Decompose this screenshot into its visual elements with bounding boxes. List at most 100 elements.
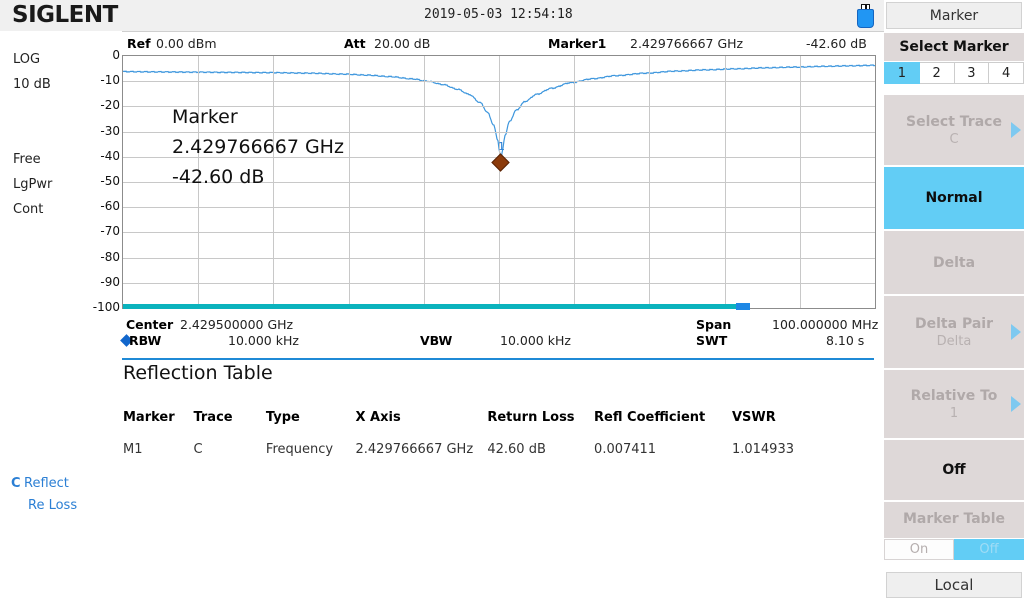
marker-table-toggle[interactable]: On Off: [884, 539, 1024, 560]
brand-logo: SIGLENT: [12, 2, 118, 28]
y-axis-tick-label: -60: [86, 199, 120, 213]
ref-label: Ref: [127, 36, 151, 51]
relative-to-label: Relative To: [911, 387, 998, 405]
table-header-row: MarkerTraceTypeX AxisReturn LossRefl Coe…: [123, 410, 883, 442]
rbw-label: RBW: [129, 333, 161, 348]
grid-line-horizontal: [123, 232, 875, 233]
marker-table-on-option[interactable]: On: [884, 539, 954, 560]
menu-title: Marker: [886, 2, 1022, 29]
select-trace-value: C: [949, 131, 958, 148]
marker-table-label: Marker Table: [903, 510, 1005, 528]
y-axis-tick-label: -10: [86, 73, 120, 87]
y-axis-tick-label: -30: [86, 124, 120, 138]
table-column-header: Marker: [123, 410, 193, 442]
y-axis-tick-label: -90: [86, 275, 120, 289]
marker-readout-title: Marker: [172, 106, 238, 128]
center-value: 2.429500000 GHz: [180, 317, 293, 332]
detector-label: LgPwr: [13, 177, 52, 192]
marker-option-2[interactable]: 2: [920, 62, 955, 84]
ref-value: 0.00 dBm: [156, 36, 217, 51]
marker-readout-freq: 2.429766667 GHz: [172, 136, 344, 158]
grid-line-horizontal: [123, 132, 875, 133]
reflection-table-title: Reflection Table: [123, 362, 273, 384]
softkey-select-trace[interactable]: Select Trace C: [884, 95, 1024, 165]
vbw-value: 10.000 kHz: [500, 333, 571, 348]
y-axis-tick-label: -100: [86, 300, 120, 314]
table-column-header: X Axis: [356, 410, 488, 442]
y-axis-tick-label: 0: [86, 48, 120, 62]
softkey-normal[interactable]: Normal: [884, 167, 1024, 229]
marker-option-4[interactable]: 4: [989, 62, 1024, 84]
softkey-marker-table[interactable]: Marker Table: [884, 502, 1024, 538]
marker-label: Marker1: [548, 36, 606, 51]
softkey-off[interactable]: Off: [884, 440, 1024, 500]
table-column-header: VSWR: [732, 410, 883, 442]
marker-freq-value: 2.429766667 GHz: [630, 36, 743, 51]
marker-number-selector[interactable]: 1234: [884, 62, 1024, 84]
marker-option-3[interactable]: 3: [955, 62, 990, 84]
y-axis-tick-label: -70: [86, 224, 120, 238]
delta-label: Delta: [933, 254, 975, 272]
table-cell: 42.60 dB: [487, 442, 594, 457]
chevron-right-icon: [1011, 396, 1021, 412]
sweep-progress-bar: [123, 304, 740, 309]
table-cell: C: [193, 442, 265, 457]
table-column-header: Trace: [193, 410, 265, 442]
marker-number-label: 1: [498, 140, 505, 153]
sweep-mode-label: Cont: [13, 202, 43, 217]
grid-line-horizontal: [123, 207, 875, 208]
chevron-right-icon: [1011, 122, 1021, 138]
y-axis: 0-10-20-30-40-50-60-70-80-90-100: [80, 55, 120, 315]
y-axis-tick-label: -80: [86, 250, 120, 264]
softkey-menu: Marker Select Marker 1234 Select Trace C…: [884, 0, 1024, 600]
swt-label: SWT: [696, 333, 727, 348]
delta-pair-label: Delta Pair: [915, 315, 993, 333]
select-marker-label: Select Marker: [899, 38, 1008, 56]
trace-legend-name: Reflect: [24, 476, 69, 491]
table-cell: 0.007411: [594, 442, 732, 457]
center-label: Center: [126, 317, 173, 332]
span-value: 100.000000 MHz: [772, 317, 878, 332]
grid-line-horizontal: [123, 81, 875, 82]
softkey-delta[interactable]: Delta: [884, 231, 1024, 294]
grid-line-horizontal: [123, 283, 875, 284]
trace-legend-letter: C: [11, 476, 21, 491]
scale-type-label: LOG: [13, 52, 40, 67]
select-trace-label: Select Trace: [906, 113, 1002, 131]
table-row: M1CFrequency2.429766667 GHz42.60 dB0.007…: [123, 442, 883, 457]
grid-line-horizontal: [123, 258, 875, 259]
softkey-relative-to[interactable]: Relative To 1: [884, 370, 1024, 438]
table-cell: M1: [123, 442, 193, 457]
usb-drive-icon: [857, 4, 874, 28]
section-divider: [122, 358, 874, 360]
att-label: Att: [344, 36, 366, 51]
table-cell: 2.429766667 GHz: [356, 442, 488, 457]
chevron-right-icon: [1011, 324, 1021, 340]
trigger-label: Free: [13, 152, 41, 167]
table-cell: Frequency: [266, 442, 356, 457]
att-value: 20.00 dB: [374, 36, 430, 51]
softkey-select-marker[interactable]: Select Marker: [884, 33, 1024, 61]
rbw-value: 10.000 kHz: [228, 333, 299, 348]
reflection-table: MarkerTraceTypeX AxisReturn LossRefl Coe…: [123, 410, 883, 457]
marker-option-1[interactable]: 1: [884, 62, 920, 84]
table-column-header: Refl Coefficient: [594, 410, 732, 442]
datetime-label: 2019-05-03 12:54:18: [424, 7, 573, 22]
local-button[interactable]: Local: [886, 572, 1022, 598]
y-axis-tick-label: -20: [86, 98, 120, 112]
softkey-delta-pair[interactable]: Delta Pair Delta: [884, 296, 1024, 368]
table-column-header: Type: [266, 410, 356, 442]
header-bar: SIGLENT 2019-05-03 12:54:18: [0, 0, 884, 32]
span-label: Span: [696, 317, 731, 332]
y-axis-tick-label: -40: [86, 149, 120, 163]
marker-readout-level: -42.60 dB: [172, 166, 264, 188]
measurement-bar: Ref 0.00 dBm Att 20.00 dB Marker1 2.4297…: [122, 33, 884, 53]
table-column-header: Return Loss: [487, 410, 594, 442]
spectrum-analyzer-screen: SIGLENT 2019-05-03 12:54:18 LOG 10 dB Fr…: [0, 0, 1024, 600]
marker-level-value: -42.60 dB: [806, 36, 867, 51]
off-label: Off: [942, 461, 965, 479]
relative-to-value: 1: [950, 405, 958, 422]
marker-table-off-option[interactable]: Off: [954, 539, 1024, 560]
normal-label: Normal: [925, 189, 982, 207]
y-axis-tick-label: -50: [86, 174, 120, 188]
